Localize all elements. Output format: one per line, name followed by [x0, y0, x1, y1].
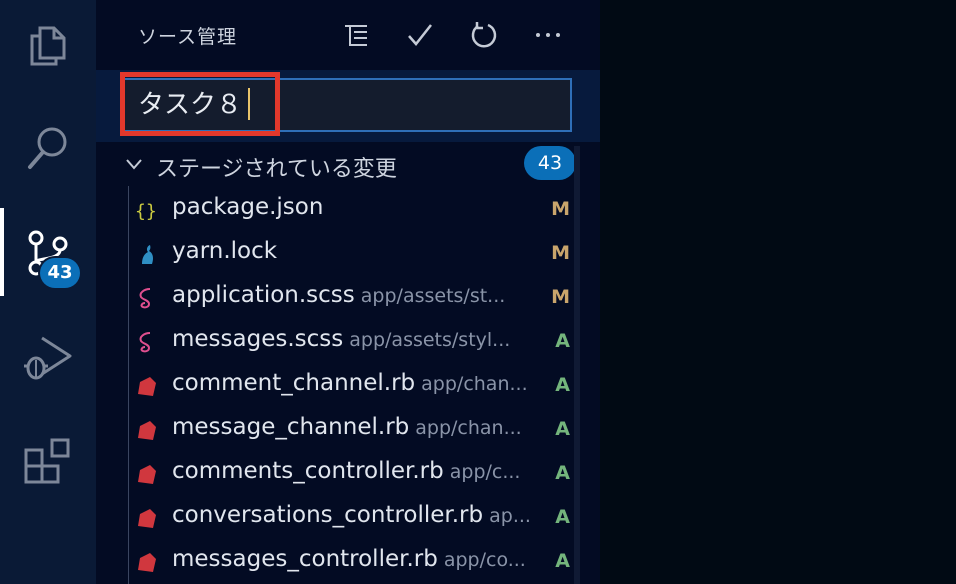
run-debug-icon — [24, 336, 72, 380]
file-status-badge: A — [555, 330, 570, 352]
more-actions-button[interactable] — [532, 19, 564, 51]
file-name: messages_controller.rb — [172, 546, 438, 572]
ruby-file-icon — [134, 418, 158, 442]
file-row[interactable]: message_channel.rb app/chan... A — [96, 408, 600, 452]
commit-check-icon — [408, 24, 432, 46]
file-label: comment_channel.rb app/chan... — [172, 370, 532, 396]
highlight-annotation — [120, 72, 280, 136]
file-label: yarn.lock — [172, 238, 532, 264]
file-label: package.json — [172, 194, 532, 220]
file-name: comment_channel.rb — [172, 370, 416, 396]
activity-source-control[interactable]: 43 — [0, 208, 96, 296]
file-name: application.scss — [172, 282, 355, 308]
file-path: app/assets/styl... — [349, 329, 511, 351]
staged-changes-header[interactable]: ステージされている変更 43 — [96, 142, 600, 186]
ruby-file-icon — [134, 550, 158, 574]
file-status-badge: A — [555, 374, 570, 396]
activity-search[interactable] — [0, 104, 96, 192]
sass-file-icon — [134, 286, 158, 310]
file-label: conversations_controller.rb ap... — [172, 502, 532, 528]
file-status-badge: A — [555, 506, 570, 528]
source-control-sidebar: ソース管理 タスク８ ステージされている変更 43 {} package.jso… — [96, 0, 600, 584]
file-status-badge: M — [551, 198, 570, 220]
file-status-badge: A — [555, 418, 570, 440]
file-name: yarn.lock — [172, 238, 278, 264]
file-status-badge: M — [551, 286, 570, 308]
sidebar-title: ソース管理 — [138, 26, 238, 48]
file-name: package.json — [172, 194, 324, 220]
file-name: message_channel.rb — [172, 414, 410, 440]
more-actions-icon — [536, 33, 560, 37]
activity-bar: 43 — [0, 0, 96, 584]
file-row[interactable]: messages_controller.rb app/co... A — [96, 540, 600, 584]
file-name: messages.scss — [172, 326, 344, 352]
file-row[interactable]: messages.scss app/assets/styl... A — [96, 320, 600, 364]
file-path: ap... — [489, 505, 531, 527]
commit-button[interactable] — [404, 19, 436, 51]
files-icon — [30, 26, 66, 66]
file-row[interactable]: {} package.json M — [96, 188, 600, 232]
chevron-down-icon — [126, 159, 142, 170]
ruby-file-icon — [134, 374, 158, 398]
editor-area — [600, 0, 956, 584]
source-control-badge: 43 — [40, 258, 80, 288]
view-as-tree-button[interactable] — [340, 19, 372, 51]
file-name: conversations_controller.rb — [172, 502, 484, 528]
file-row[interactable]: comments_controller.rb app/c... A — [96, 452, 600, 496]
staged-file-list: {} package.json Myarn.lock Mapplication.scs… — [96, 188, 600, 584]
yarn-file-icon — [134, 242, 158, 266]
file-label: messages_controller.rb app/co... — [172, 546, 532, 572]
ruby-file-icon — [134, 506, 158, 530]
file-status-badge: A — [555, 550, 570, 572]
ruby-file-icon — [134, 462, 158, 486]
file-label: application.scss app/assets/st... — [172, 282, 532, 308]
file-status-badge: A — [555, 462, 570, 484]
view-as-tree-icon — [345, 25, 367, 46]
file-row[interactable]: yarn.lock M — [96, 232, 600, 276]
file-label: messages.scss app/assets/styl... — [172, 326, 532, 352]
commit-message-area: タスク８ — [96, 70, 600, 142]
refresh-button[interactable] — [468, 19, 500, 51]
json-file-icon: {} — [134, 198, 158, 222]
file-path: app/assets/st... — [360, 285, 506, 307]
file-name: comments_controller.rb — [172, 458, 444, 484]
extensions-icon — [24, 438, 70, 484]
file-label: comments_controller.rb app/c... — [172, 458, 532, 484]
sidebar-scrollbar[interactable] — [574, 146, 580, 584]
sidebar-header: ソース管理 — [96, 0, 600, 70]
activity-extensions[interactable] — [0, 416, 96, 504]
sass-file-icon — [134, 330, 158, 354]
activity-explorer[interactable] — [0, 0, 96, 88]
staged-count-badge: 43 — [524, 146, 576, 180]
file-row[interactable]: comment_channel.rb app/chan... A — [96, 364, 600, 408]
file-path: app/co... — [443, 549, 526, 571]
file-path: app/chan... — [415, 417, 522, 439]
file-row[interactable]: application.scss app/assets/st... M — [96, 276, 600, 320]
search-icon — [28, 127, 67, 169]
file-label: message_channel.rb app/chan... — [172, 414, 532, 440]
svg-text:{}: {} — [135, 201, 157, 222]
activity-run-debug[interactable] — [0, 312, 96, 400]
refresh-icon — [471, 22, 497, 48]
file-path: app/chan... — [421, 373, 528, 395]
staged-changes-label: ステージされている変更 — [156, 157, 397, 182]
file-path: app/c... — [449, 461, 521, 483]
file-row[interactable]: conversations_controller.rb ap... A — [96, 496, 600, 540]
file-status-badge: M — [551, 242, 570, 264]
